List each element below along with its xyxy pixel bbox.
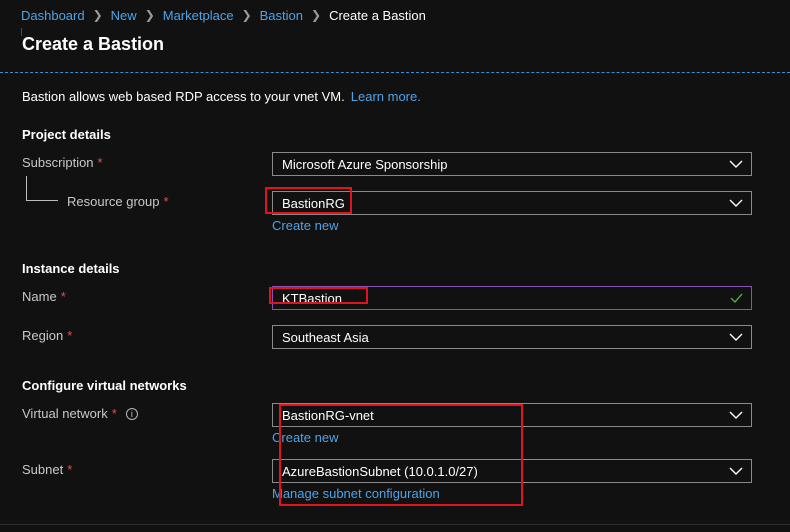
breadcrumb-marketplace[interactable]: Marketplace [163,8,234,23]
name-input[interactable]: KTBastion [272,286,752,310]
resource-group-label-text: Resource group [67,194,160,209]
breadcrumb-bastion[interactable]: Bastion [260,8,303,23]
breadcrumb-new[interactable]: New [111,8,137,23]
breadcrumb-current: Create a Bastion [329,7,426,23]
subnet-label-text: Subnet [22,462,64,477]
virtual-network-value: BastionRG-vnet [282,407,374,423]
section-project-details: Project details [22,127,111,142]
region-label-text: Region [22,328,64,343]
section-virtual-networks: Configure virtual networks [22,378,187,393]
chevron-down-icon [721,404,751,426]
name-label-text: Name [22,289,57,304]
create-new-resource-group-link[interactable]: Create new [272,218,338,233]
chevron-right-icon: ❯ [92,8,103,22]
subscription-dropdown[interactable]: Microsoft Azure Sponsorship [272,152,752,176]
chevron-down-icon [721,192,751,214]
manage-subnet-configuration-link[interactable]: Manage subnet configuration [272,486,440,501]
page-title: Create a Bastion [22,34,165,54]
subscription-label-text: Subscription [22,155,94,170]
checkmark-icon [721,287,751,309]
virtual-network-label-text: Virtual network [22,406,108,421]
subnet-dropdown[interactable]: AzureBastionSubnet (10.0.1.0/27) [272,459,752,483]
chevron-down-icon [721,153,751,175]
resource-group-value: BastionRG [282,195,345,211]
required-marker: * [67,328,73,343]
info-icon[interactable]: i [125,407,138,420]
chevron-right-icon: ❯ [241,8,252,22]
subnet-label: Subnet * [22,462,72,477]
chevron-right-icon: ❯ [311,8,322,22]
create-new-virtual-network-link[interactable]: Create new [272,430,338,445]
breadcrumb: Dashboard ❯ New ❯ Marketplace ❯ Bastion … [21,6,426,24]
required-marker: * [67,462,73,477]
name-value: KTBastion [282,290,342,306]
resource-group-dropdown[interactable]: BastionRG [272,191,752,215]
tree-connector [26,176,58,201]
intro-description: Bastion allows web based RDP access to y… [22,89,345,104]
intro-text: Bastion allows web based RDP access to y… [22,89,421,104]
subscription-label: Subscription * [22,155,103,170]
subnet-value: AzureBastionSubnet (10.0.1.0/27) [282,463,478,479]
region-dropdown[interactable]: Southeast Asia [272,325,752,349]
required-marker: * [97,155,103,170]
create-bastion-page: Dashboard ❯ New ❯ Marketplace ❯ Bastion … [0,0,790,532]
learn-more-link[interactable]: Learn more. [351,89,421,104]
required-marker: * [60,289,66,304]
virtual-network-dropdown[interactable]: BastionRG-vnet [272,403,752,427]
breadcrumb-dashboard[interactable]: Dashboard [21,8,85,23]
virtual-network-label: Virtual network * i [22,406,138,421]
chevron-down-icon [721,460,751,482]
section-instance-details: Instance details [22,261,120,276]
chevron-right-icon: ❯ [144,8,155,22]
region-label: Region * [22,328,72,343]
region-value: Southeast Asia [282,329,369,345]
name-label: Name * [22,289,66,304]
subscription-value: Microsoft Azure Sponsorship [282,156,448,172]
header-divider [0,72,790,73]
required-marker: * [163,194,169,209]
bottom-divider [0,524,790,525]
chevron-down-icon [721,326,751,348]
required-marker: * [111,406,117,421]
resource-group-label: Resource group * [67,194,169,209]
